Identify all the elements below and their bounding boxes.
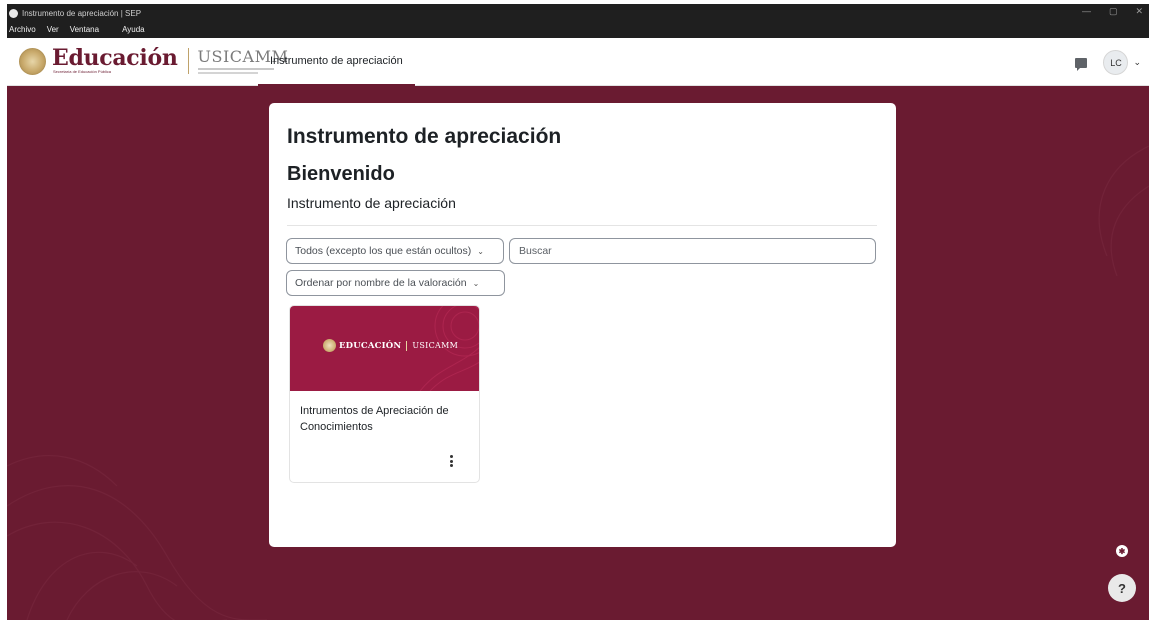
visibility-filter-select[interactable]: Todos (excepto los que están ocultos) ⌄ <box>286 238 504 264</box>
messages-icon[interactable] <box>1075 57 1088 71</box>
window-title: Instrumento de apreciación | SEP <box>22 8 142 18</box>
sep-seal-icon <box>19 47 46 75</box>
sep-seal-icon <box>323 339 336 352</box>
nav-tab-instrumento[interactable]: Instrumento de apreciación <box>258 38 415 86</box>
window-title-row: Instrumento de apreciación | SEP <box>9 6 141 20</box>
logo-educacion: Educación Secretaría de Educación Públic… <box>52 47 178 75</box>
top-navbar: Educación Secretaría de Educación Públic… <box>7 38 1149 86</box>
chevron-down-icon: ⌄ <box>472 278 480 288</box>
close-icon[interactable]: ✕ <box>1135 6 1143 17</box>
menu-archivo[interactable]: Archivo <box>9 25 36 34</box>
logo-educacion-text: Educación <box>52 45 178 71</box>
menu-ayuda[interactable]: Ayuda <box>122 25 145 34</box>
sort-select[interactable]: Ordenar por nombre de la valoración ⌄ <box>286 270 505 296</box>
menu-ver[interactable]: Ver <box>47 25 59 34</box>
course-image-brand: EDUCACIÓN <box>339 340 402 351</box>
title-bar: Instrumento de apreciación | SEP Archivo… <box>7 4 1149 38</box>
minimize-icon[interactable]: — <box>1082 6 1091 17</box>
course-title-link[interactable]: Intrumentos de Apreciación de Conocimien… <box>300 403 472 435</box>
search-input[interactable] <box>509 238 876 264</box>
divider <box>287 225 877 226</box>
site-logo[interactable]: Educación Secretaría de Educación Públic… <box>19 47 288 75</box>
course-image-logo: EDUCACIÓN USICAMM <box>323 339 458 352</box>
course-card[interactable]: EDUCACIÓN USICAMM Intrumentos de Aprecia… <box>289 305 480 483</box>
logo-divider <box>187 48 189 74</box>
sort-select-value: Ordenar por nombre de la valoración <box>295 277 467 289</box>
menu-bar: Archivo Ver Ventana Ayuda <box>9 22 156 36</box>
welcome-heading: Bienvenido <box>287 163 395 185</box>
visibility-filter-value: Todos (excepto los que están ocultos) <box>295 245 472 257</box>
app-window: Instrumento de apreciación | SEP Archivo… <box>7 4 1149 620</box>
page-title: Instrumento de apreciación <box>287 125 562 148</box>
menu-ventana[interactable]: Ventana <box>70 25 99 34</box>
course-image-divider <box>406 340 408 351</box>
window-controls: — ▢ ✕ <box>1082 6 1143 17</box>
user-avatar[interactable]: LC <box>1103 50 1129 75</box>
main-card: Instrumento de apreciación Bienvenido In… <box>269 103 896 547</box>
logo-usicamm-line <box>197 72 258 74</box>
chevron-down-icon[interactable]: ⌄ <box>1133 57 1141 68</box>
maximize-icon[interactable]: ▢ <box>1109 6 1118 17</box>
app-globe-icon <box>9 8 18 18</box>
accessibility-icon[interactable]: ✱ <box>1116 545 1128 557</box>
chevron-down-icon: ⌄ <box>477 246 484 256</box>
course-image[interactable]: EDUCACIÓN USICAMM <box>290 306 479 391</box>
section-heading: Instrumento de apreciación <box>287 195 456 211</box>
user-area: LC ⌄ <box>1075 50 1141 75</box>
course-actions-menu-icon[interactable] <box>446 454 456 468</box>
help-button[interactable]: ? <box>1108 574 1136 602</box>
logo-sep-subtitle: Secretaría de Educación Pública <box>53 69 112 74</box>
course-image-brand-secondary: USICAMM <box>412 341 459 350</box>
